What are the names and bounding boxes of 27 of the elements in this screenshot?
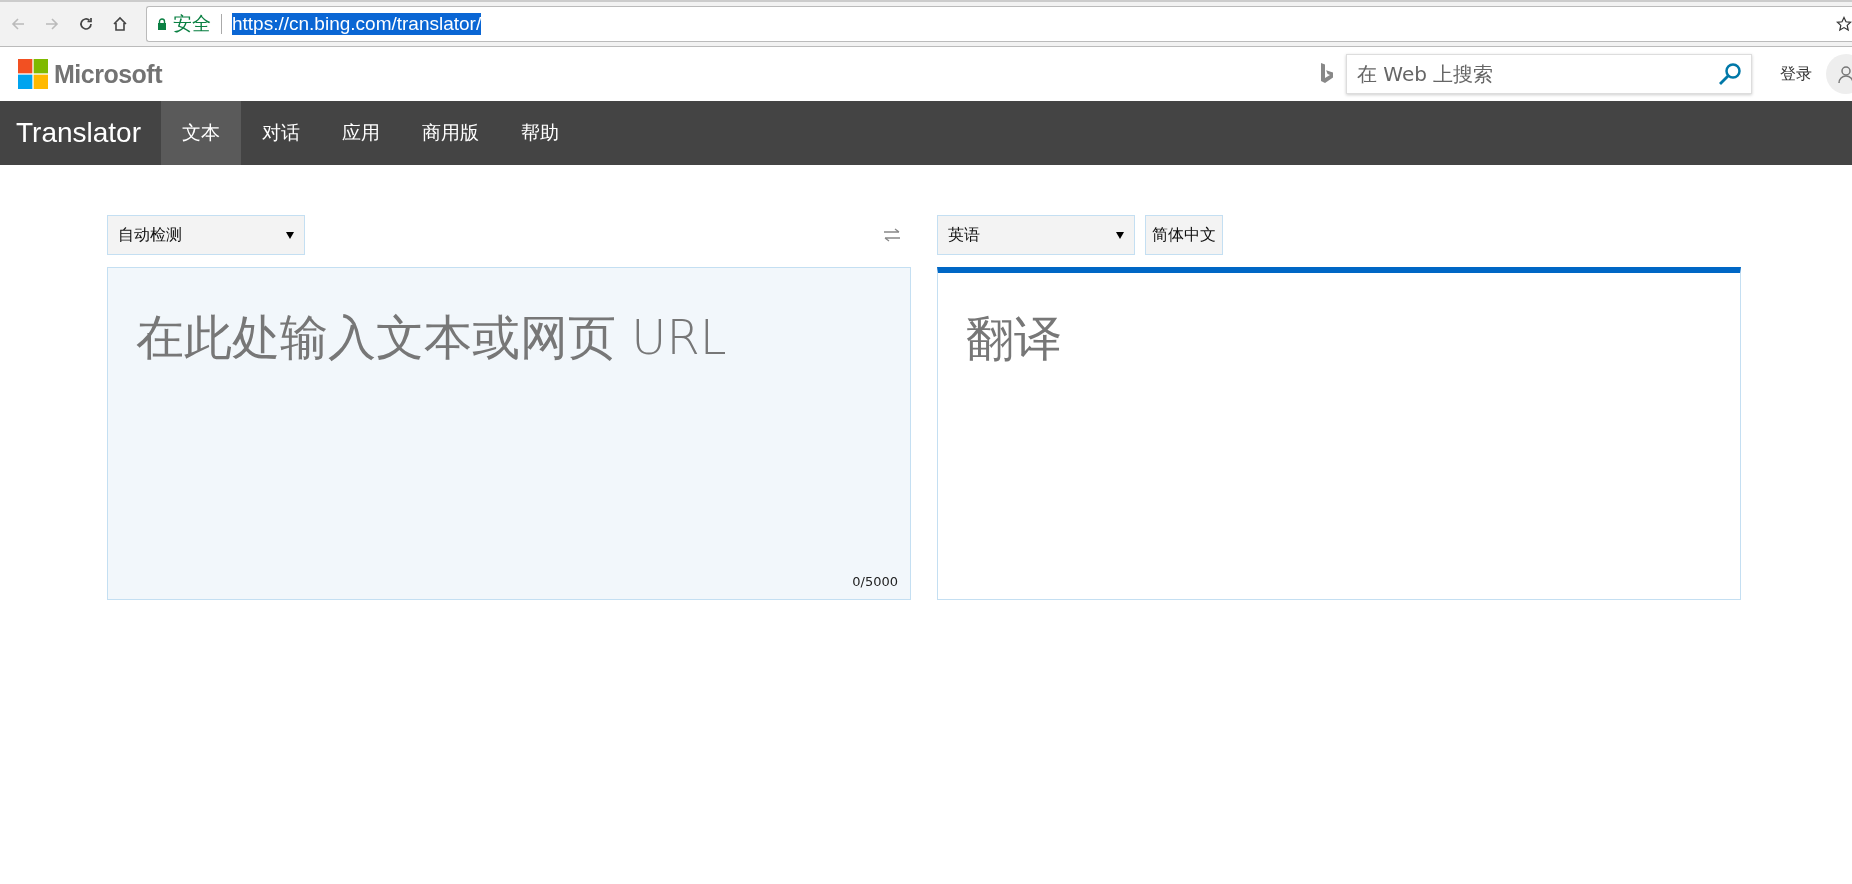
nav-tab[interactable]: 帮助 [500,101,580,165]
url-text: https://cn.bing.com/translator/ [232,13,482,35]
swap-arrows-icon[interactable] [883,228,901,242]
translation-output: 翻译 [937,267,1741,600]
character-counter: 0/5000 [852,574,898,589]
home-icon[interactable] [112,16,128,32]
address-bar[interactable]: 安全 https://cn.bing.com/translator/ [146,6,1852,42]
language-dropdown[interactable]: 自动检测 [107,215,305,255]
nav-tab[interactable]: 商用版 [401,101,500,165]
windows-logo-icon [18,59,48,89]
caret-icon [1116,231,1124,239]
lock-icon [157,18,167,30]
security-label: 安全 [173,12,211,36]
nav-tab[interactable]: 应用 [321,101,401,165]
language-button[interactable]: 简体中文 [1145,215,1223,255]
search-icon[interactable] [1718,62,1742,86]
sign-in-link[interactable]: 登录 [1780,63,1812,85]
language-dropdown[interactable]: 英语 [937,215,1135,255]
star-icon[interactable] [1836,16,1852,32]
nav-tab[interactable]: 文本 [161,101,241,165]
b-letter-icon [1320,63,1334,85]
reload-icon[interactable] [78,16,94,32]
app-title[interactable]: Translator [0,101,161,165]
logo-text[interactable]: Microsoft [54,59,162,89]
nav-tab[interactable]: 对话 [241,101,321,165]
caret-icon [286,231,294,239]
search-field[interactable]: 在 Web 上搜索 [1346,54,1752,94]
